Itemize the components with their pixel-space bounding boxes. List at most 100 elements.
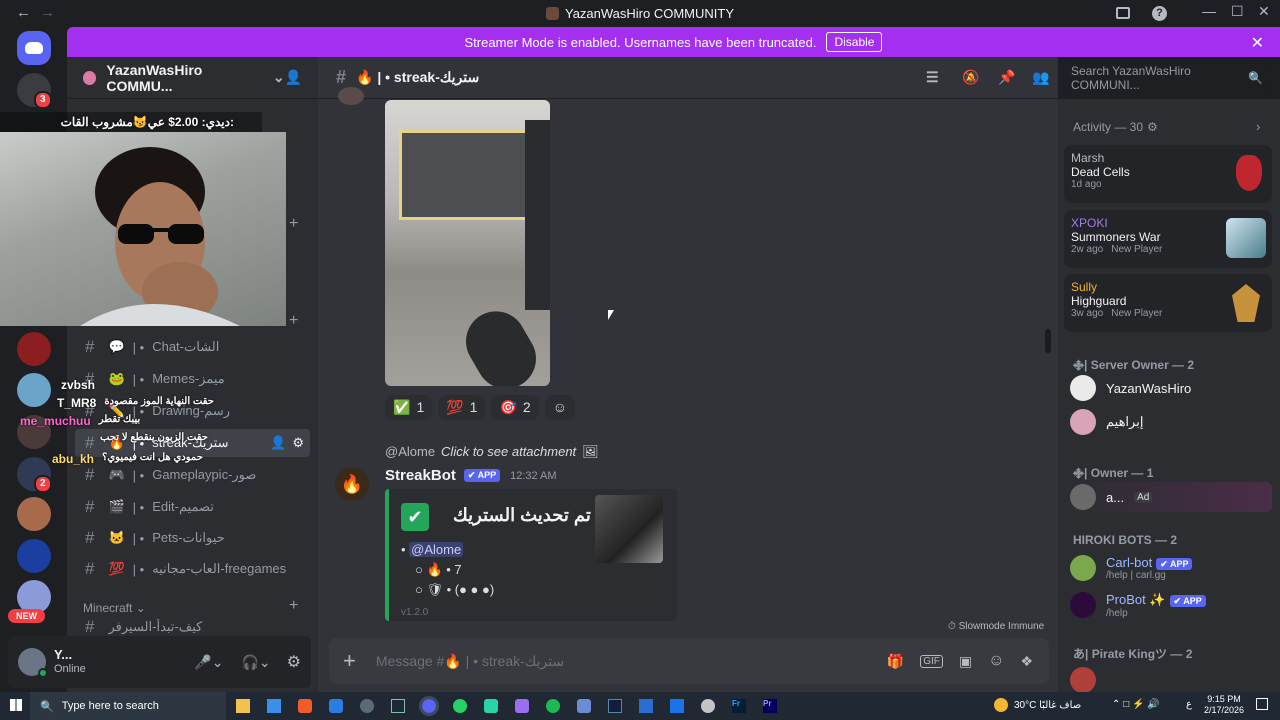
channel-title: 🔥 | • streak-ستريك — [356, 69, 480, 85]
minimize-icon[interactable]: — — [1202, 3, 1216, 19]
server-icon[interactable] — [17, 497, 51, 531]
gift-icon[interactable]: 🎁 — [887, 653, 904, 670]
gif-icon[interactable]: GIF — [920, 654, 943, 668]
gear-icon: ⚙ — [1147, 120, 1158, 134]
sticker-icon[interactable]: ▣ — [959, 653, 972, 670]
app-icon[interactable] — [515, 699, 529, 713]
file-explorer-icon[interactable] — [236, 699, 250, 713]
disable-button[interactable]: Disable — [826, 32, 883, 52]
member-item[interactable]: ProBot ✨ ✔ APP/help — [1070, 592, 1206, 619]
reaction-pill[interactable]: 💯 1 — [438, 395, 486, 420]
member-item[interactable]: إبراهيم — [1070, 409, 1143, 435]
attachment-image[interactable] — [385, 100, 550, 386]
mute-bell-icon[interactable]: 🔕 — [962, 69, 979, 86]
apps-icon[interactable]: ❖ — [1020, 653, 1033, 670]
pin-icon[interactable]: 📌 — [998, 69, 1015, 86]
app-icon[interactable] — [639, 699, 653, 713]
brave-browser-icon[interactable] — [298, 699, 312, 713]
game-art-icon — [1236, 155, 1262, 191]
add-channel-icon[interactable]: + — [289, 597, 298, 615]
message-input[interactable]: Message #🔥 | • streak-ستريك — [376, 653, 564, 670]
headphones-icon[interactable]: 🎧⌄ — [241, 654, 270, 671]
taskbar-search-input[interactable]: 🔍 Type here to search — [30, 692, 226, 720]
app-icon[interactable] — [608, 699, 622, 713]
maximize-icon[interactable]: ☐ — [1231, 3, 1244, 20]
member-item[interactable]: a... Ad — [1064, 482, 1272, 512]
chevron-right-icon[interactable]: › — [1256, 119, 1260, 134]
weather-icon[interactable] — [994, 698, 1008, 712]
fresco-icon[interactable]: Fr — [732, 699, 746, 713]
activity-card[interactable]: Marsh Dead Cells 1d ago — [1064, 145, 1272, 203]
category-minecraft[interactable]: Minecraft ⌄ — [83, 601, 146, 615]
embed-thumbnail[interactable] — [595, 495, 663, 563]
system-tray-icons[interactable]: ⌃ □ ⚡ 🔊 — [1112, 699, 1160, 710]
channel-label: Chat-الشات — [152, 339, 220, 354]
mouse-cursor — [608, 310, 614, 320]
add-member-icon[interactable]: 👤 — [285, 69, 302, 86]
close-window-icon[interactable]: ✕ — [1258, 3, 1270, 20]
avatar[interactable] — [18, 648, 48, 678]
threads-icon[interactable]: ☰ — [926, 69, 939, 86]
add-channel-icon[interactable]: + — [289, 312, 298, 330]
clock[interactable]: 9:15 PM 2/17/2026 — [1204, 694, 1244, 716]
server-icon[interactable] — [17, 332, 51, 366]
author-name[interactable]: StreakBot — [385, 467, 456, 484]
hash-icon: # — [85, 528, 95, 547]
window-title: YazanWasHiro COMMUNITY — [564, 6, 735, 21]
forward-arrow-icon[interactable]: → — [40, 4, 55, 21]
channel-edit[interactable]: # 🎬 | • Edit-تصميم — [75, 493, 310, 521]
language-indicator[interactable]: ع — [1186, 699, 1192, 710]
app-icon[interactable] — [701, 699, 715, 713]
member-item[interactable]: Carl-bot ✔ APP/help | carl.gg — [1070, 555, 1193, 581]
server-header[interactable]: YazanWasHiro COMMU... ⌄ 👤 — [67, 57, 318, 99]
reply-preview[interactable]: @Alome Click to see attachment 🖼 — [385, 444, 599, 460]
overlay-line: حقت الزبون ينقطع لا تجب — [100, 432, 208, 443]
help-icon[interactable]: ? — [1152, 6, 1167, 21]
steam-icon[interactable] — [391, 699, 405, 713]
avatar[interactable] — [338, 87, 364, 105]
app-icon[interactable] — [360, 699, 374, 713]
spotify-icon[interactable] — [546, 699, 560, 713]
server-icon[interactable] — [17, 539, 51, 573]
store-icon[interactable] — [267, 699, 281, 713]
online-status-dot — [38, 668, 48, 678]
bot-avatar[interactable]: 🔥 — [335, 467, 369, 501]
activity-header[interactable]: Activity — 30 ⚙ — [1073, 120, 1158, 134]
scrollbar-thumb[interactable] — [1045, 329, 1051, 353]
channel-chat[interactable]: # 💬 | • Chat-الشات — [75, 333, 310, 361]
notifications-icon[interactable] — [1256, 698, 1268, 710]
app-icon[interactable] — [670, 699, 684, 713]
app-icon[interactable] — [577, 699, 591, 713]
app-icon[interactable] — [484, 699, 498, 713]
add-channel-icon[interactable]: + — [289, 215, 298, 233]
message-composer[interactable]: + Message #🔥 | • streak-ستريك 🎁 GIF ▣ ☺ … — [329, 638, 1049, 684]
premiere-icon[interactable]: Pr — [763, 699, 777, 713]
embed-line: ○ 🛡 • (● ● ●) — [415, 582, 495, 597]
avatar — [1070, 555, 1096, 581]
discord-taskbar-icon[interactable] — [419, 696, 439, 716]
channel-freegames[interactable]: # 💯 | • العاب-مجانيه-freegames — [75, 555, 310, 583]
discord-home-icon[interactable] — [17, 31, 51, 65]
member-item[interactable]: YazanWasHiro — [1070, 375, 1191, 401]
channel-pets[interactable]: # 🐱 | • Pets-حيوانات — [75, 524, 310, 552]
channel-partial[interactable]: # كيف-تبدأ-السيرفر — [75, 619, 310, 635]
search-input[interactable]: Search YazanWasHiro COMMUNI... 🔍 — [1064, 64, 1270, 92]
activity-card[interactable]: Sully Highguard 3w ago New Player — [1064, 274, 1272, 332]
microphone-icon[interactable]: 🎤⌄ — [194, 654, 223, 671]
reaction-pill[interactable]: 🎯 2 — [491, 395, 539, 420]
windows-start-icon[interactable] — [10, 699, 22, 711]
whatsapp-icon[interactable] — [453, 699, 467, 713]
reaction-pill[interactable]: ✅ 1 — [385, 395, 433, 420]
activity-card[interactable]: XPOKI Summoners War 2w ago New Player — [1064, 210, 1272, 268]
inbox-icon[interactable] — [1116, 7, 1130, 19]
back-arrow-icon[interactable]: ← — [16, 4, 31, 21]
member-list-icon[interactable]: 👥 — [1032, 69, 1049, 86]
user-settings-gear-icon[interactable]: ⚙ — [287, 652, 301, 672]
close-icon[interactable]: ✕ — [1251, 33, 1264, 53]
add-reaction-icon[interactable]: ☺ — [544, 395, 575, 420]
member-item[interactable] — [1070, 667, 1096, 693]
outlook-icon[interactable] — [329, 699, 343, 713]
banner-text: Streamer Mode is enabled. Usernames have… — [464, 34, 817, 50]
add-attachment-icon[interactable]: + — [343, 648, 356, 674]
emoji-icon[interactable]: ☺ — [988, 652, 1004, 670]
